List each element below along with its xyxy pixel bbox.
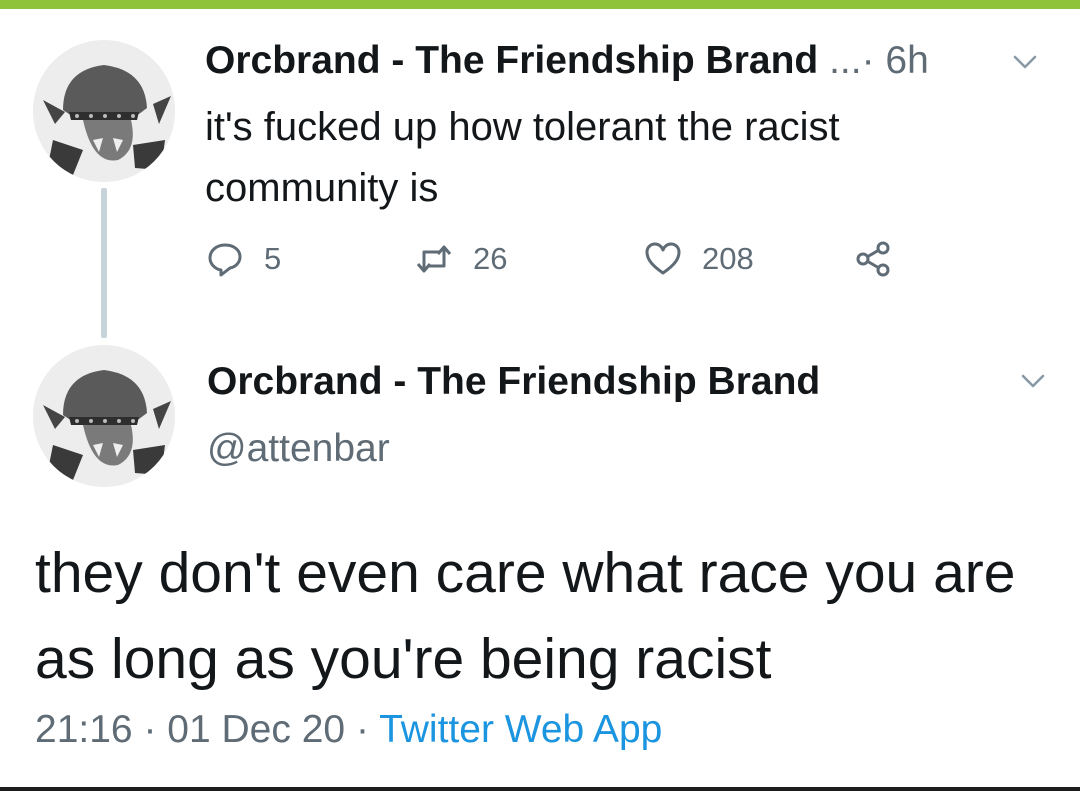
orc-avatar-image — [33, 345, 175, 487]
tweet-date[interactable]: 01 Dec 20 — [167, 708, 345, 751]
bottom-border — [0, 787, 1080, 791]
tweet-source-link[interactable]: Twitter Web App — [379, 708, 662, 751]
tweet-time[interactable]: 6h — [885, 39, 928, 82]
avatar[interactable] — [33, 40, 175, 182]
share-button[interactable] — [854, 237, 892, 281]
retweet-icon — [416, 245, 452, 273]
reply-icon — [208, 243, 242, 277]
reply-count: 5 — [264, 241, 282, 276]
name-ellipsis: ...· — [829, 39, 875, 82]
retweet-button[interactable]: 26 — [415, 237, 507, 281]
tweet-text: they don't even care what race you are a… — [35, 541, 1016, 691]
top-accent-bar — [0, 0, 1080, 9]
heart-icon — [645, 242, 681, 275]
separator: · — [355, 708, 369, 751]
reply-button[interactable]: 5 — [206, 237, 281, 281]
chevron-down-icon[interactable] — [1018, 366, 1048, 396]
author-name[interactable]: Orcbrand - The Friendship Brand — [205, 39, 818, 82]
tweet-timestamp-line: 21:16 · 01 Dec 20 · Twitter Web App — [35, 705, 662, 755]
share-icon — [856, 241, 890, 277]
retweet-count: 26 — [473, 241, 508, 276]
avatar[interactable] — [33, 345, 175, 487]
tweet-text: it's fucked up how tolerant the racist c… — [205, 105, 840, 210]
like-button[interactable]: 208 — [644, 237, 754, 281]
separator: · — [143, 708, 157, 751]
thread-connector — [101, 188, 107, 338]
chevron-down-icon[interactable] — [1010, 47, 1040, 77]
tweet1-header: Orcbrand - The Friendship Brand ...· 6h — [205, 38, 929, 84]
author-handle[interactable]: @attenbar — [207, 425, 390, 473]
author-name[interactable]: Orcbrand - The Friendship Brand — [207, 358, 820, 406]
like-count: 208 — [702, 241, 754, 276]
tweet-time[interactable]: 21:16 — [35, 708, 133, 751]
orc-avatar-image — [33, 40, 175, 182]
